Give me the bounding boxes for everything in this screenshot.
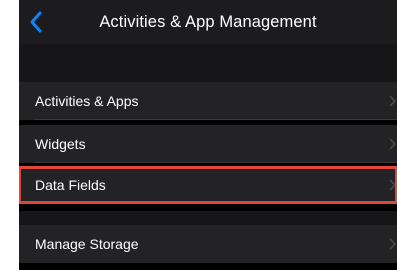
divider <box>35 162 397 163</box>
menu-item-widgets[interactable]: Widgets <box>19 125 397 163</box>
menu-item-label: Widgets <box>35 136 86 152</box>
chevron-right-icon <box>389 95 396 107</box>
section-gap <box>19 211 397 225</box>
menu-item-activities-apps[interactable]: Activities & Apps <box>19 82 397 120</box>
divider <box>35 119 397 120</box>
navigation-bar: Activities & App Management <box>19 0 397 44</box>
menu-item-label: Activities & Apps <box>35 93 139 109</box>
menu-item-label: Manage Storage <box>35 236 139 252</box>
section-spacer <box>19 44 397 82</box>
chevron-right-icon <box>389 138 396 150</box>
menu-item-manage-storage[interactable]: Manage Storage <box>19 225 397 263</box>
menu-item-label: Data Fields <box>35 177 106 193</box>
app-panel: Activities & App Management Activities &… <box>19 0 397 270</box>
menu-item-data-fields[interactable]: Data Fields <box>19 166 397 204</box>
chevron-right-icon <box>389 238 396 250</box>
chevron-right-icon <box>389 179 396 191</box>
screen: Activities & App Management Activities &… <box>0 0 397 270</box>
page-title: Activities & App Management <box>99 13 317 31</box>
